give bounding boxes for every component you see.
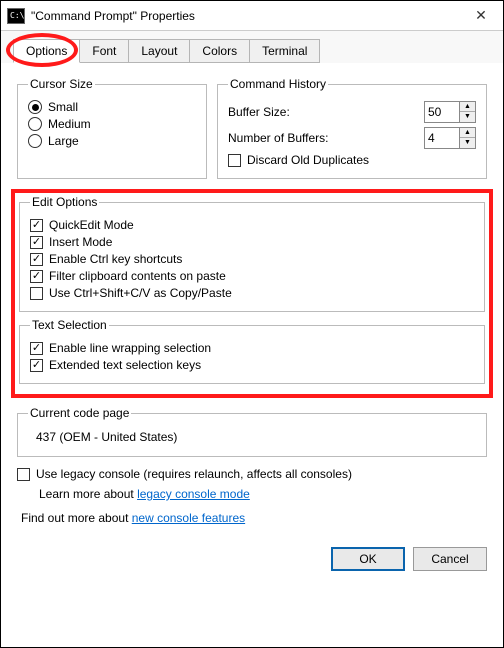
buffer-size-input[interactable] [425,103,459,121]
checkbox-icon [228,154,241,167]
buffer-size-stepper[interactable]: ▲▼ [424,101,476,123]
checkbox-icon: ✓ [30,359,43,372]
quickedit-checkbox[interactable]: ✓ QuickEdit Mode [30,218,474,232]
command-history-legend: Command History [228,77,328,91]
window-title: "Command Prompt" Properties [31,9,459,23]
ctrl-shortcuts-checkbox[interactable]: ✓ Enable Ctrl key shortcuts [30,252,474,266]
spinner-down-icon[interactable]: ▼ [460,138,475,148]
radio-large-label: Large [48,134,79,148]
line-wrapping-label: Enable line wrapping selection [49,341,211,355]
radio-medium-label: Medium [48,117,91,131]
buffer-size-label: Buffer Size: [228,105,290,119]
num-buffers-stepper[interactable]: ▲▼ [424,127,476,149]
legacy-console-label: Use legacy console (requires relaunch, a… [36,467,352,481]
checkbox-icon [17,468,30,481]
annotation-highlight-box: Edit Options ✓ QuickEdit Mode ✓ Insert M… [11,189,493,398]
text-selection-legend: Text Selection [30,318,109,332]
insert-mode-checkbox[interactable]: ✓ Insert Mode [30,235,474,249]
close-button[interactable]: ✕ [459,1,503,31]
tab-bar: Options Font Layout Colors Terminal [1,31,503,63]
checkbox-icon: ✓ [30,270,43,283]
cursor-size-group: Cursor Size Small Medium Large [17,77,207,179]
ctrl-shift-cv-label: Use Ctrl+Shift+C/V as Copy/Paste [49,286,232,300]
spinner-up-icon[interactable]: ▲ [460,102,475,112]
edit-options-group: Edit Options ✓ QuickEdit Mode ✓ Insert M… [19,195,485,312]
checkbox-icon [30,287,43,300]
ctrl-shortcuts-label: Enable Ctrl key shortcuts [49,252,182,266]
spinner-down-icon[interactable]: ▼ [460,112,475,122]
edit-options-legend: Edit Options [30,195,99,209]
cancel-button[interactable]: Cancel [413,547,487,571]
legacy-learn-more: Learn more about legacy console mode [39,487,487,501]
radio-medium[interactable]: Medium [28,117,196,131]
tab-font[interactable]: Font [79,39,129,63]
new-console-features-link[interactable]: new console features [132,511,245,525]
tab-colors[interactable]: Colors [189,39,250,63]
extended-keys-checkbox[interactable]: ✓ Extended text selection keys [30,358,474,372]
codepage-group: Current code page 437 (OEM - United Stat… [17,406,487,457]
find-out-more: Find out more about new console features [21,511,487,525]
radio-large[interactable]: Large [28,134,196,148]
command-history-group: Command History Buffer Size: ▲▼ Number o… [217,77,487,179]
cmd-icon: C:\ [7,8,25,24]
insert-mode-label: Insert Mode [49,235,112,249]
num-buffers-label: Number of Buffers: [228,131,329,145]
codepage-value: 437 (OEM - United States) [28,426,476,448]
radio-icon [28,100,42,114]
discard-duplicates-checkbox[interactable]: Discard Old Duplicates [228,153,476,167]
legacy-console-link[interactable]: legacy console mode [137,487,250,501]
learn-more-text: Learn more about [39,487,137,501]
tab-panel-options: Cursor Size Small Medium Large Command H… [1,63,503,537]
find-out-text: Find out more about [21,511,132,525]
legacy-console-checkbox[interactable]: Use legacy console (requires relaunch, a… [17,467,487,481]
discard-duplicates-label: Discard Old Duplicates [247,153,369,167]
radio-icon [28,117,42,131]
tab-layout[interactable]: Layout [128,39,190,63]
filter-clipboard-checkbox[interactable]: ✓ Filter clipboard contents on paste [30,269,474,283]
dialog-footer: OK Cancel [1,537,503,585]
tab-terminal[interactable]: Terminal [249,39,320,63]
checkbox-icon: ✓ [30,342,43,355]
line-wrapping-checkbox[interactable]: ✓ Enable line wrapping selection [30,341,474,355]
text-selection-group: Text Selection ✓ Enable line wrapping se… [19,318,485,384]
checkbox-icon: ✓ [30,253,43,266]
spinner-up-icon[interactable]: ▲ [460,128,475,138]
ok-button[interactable]: OK [331,547,405,571]
radio-small-label: Small [48,100,78,114]
num-buffers-input[interactable] [425,129,459,147]
ctrl-shift-cv-checkbox[interactable]: Use Ctrl+Shift+C/V as Copy/Paste [30,286,474,300]
titlebar: C:\ "Command Prompt" Properties ✕ [1,1,503,31]
radio-icon [28,134,42,148]
checkbox-icon: ✓ [30,236,43,249]
radio-small[interactable]: Small [28,100,196,114]
filter-clipboard-label: Filter clipboard contents on paste [49,269,226,283]
codepage-legend: Current code page [28,406,131,420]
tab-options[interactable]: Options [13,39,80,63]
checkbox-icon: ✓ [30,219,43,232]
cursor-size-legend: Cursor Size [28,77,95,91]
quickedit-label: QuickEdit Mode [49,218,134,232]
extended-keys-label: Extended text selection keys [49,358,201,372]
